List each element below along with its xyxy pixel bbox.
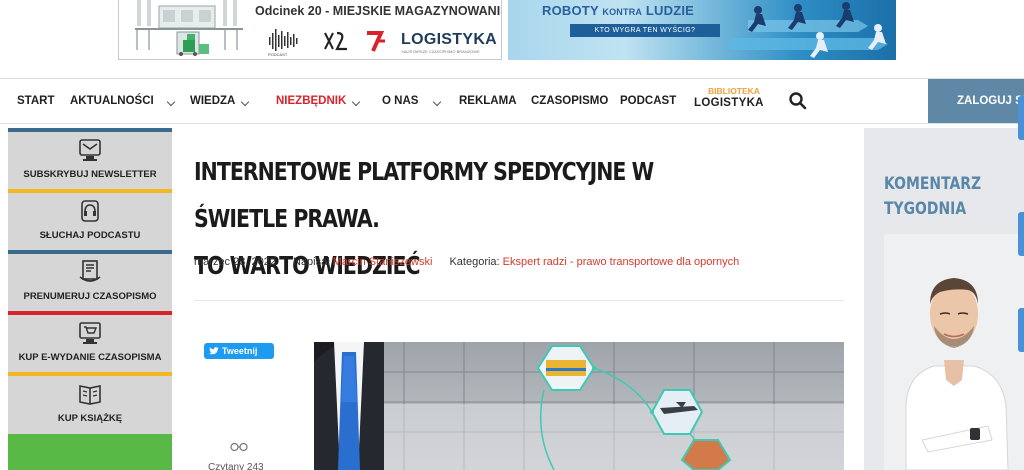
article-category-prefix: Kategoria: bbox=[449, 256, 500, 268]
nav-wiedza-label: WIEDZA bbox=[190, 95, 236, 107]
robots-racing-illustration bbox=[728, 2, 888, 58]
sidebar-item-label: PRENUMERUJ CZASOPISMO bbox=[23, 291, 157, 302]
cart-icon bbox=[79, 322, 101, 344]
magazine-icon bbox=[79, 260, 101, 282]
article-read-count: Czytany 243 bbox=[208, 462, 264, 470]
sidebar-item-bar bbox=[8, 372, 172, 376]
nav-o-nas-label: O NAS bbox=[382, 95, 419, 107]
article-title-line-1: INTERNETOWE PLATFORMY SPEDYCYJNE W ŚWIET… bbox=[194, 157, 654, 233]
logistyka-logo-text: LOGISTYKA bbox=[401, 31, 498, 48]
side-tab-1[interactable] bbox=[1018, 96, 1024, 140]
search-icon[interactable] bbox=[788, 91, 808, 111]
nav-aktualnosci-label: AKTUALNOŚCI bbox=[70, 95, 154, 107]
sidebar-item-label: SŁUCHAJ PODCASTU bbox=[39, 230, 141, 241]
sidebar-item-ebook[interactable]: KUP E-WYDANIE CZASOPISMA bbox=[8, 311, 172, 372]
sidebar-item-label: KUP KSIĄŻKĘ bbox=[57, 413, 123, 424]
weekly-comment-heading-line-1: KOMENTARZ bbox=[884, 174, 982, 194]
side-tab-3[interactable] bbox=[1018, 308, 1024, 352]
page: Odcinek 20 - MIEJSKIE MAGAZYNOWANIE LOGI… bbox=[0, 0, 1024, 470]
author-portrait[interactable] bbox=[884, 234, 1024, 470]
nav-podcast[interactable]: PODCAST bbox=[620, 79, 676, 123]
chevron-down-icon bbox=[166, 97, 176, 107]
podcast-logo-label: PODCAST bbox=[268, 52, 288, 57]
robots-banner-title-word2: KONTRA bbox=[602, 7, 643, 17]
chevron-down-icon bbox=[432, 97, 442, 107]
robots-banner[interactable]: ROBOTY KONTRA LUDZIE KTO WYGRA TEN WYŚCI… bbox=[508, 0, 896, 60]
side-tab-2[interactable] bbox=[1018, 212, 1024, 256]
nav-biblioteka-top: BIBLIOTEKA bbox=[708, 86, 760, 96]
article-divider bbox=[194, 300, 844, 301]
tweet-button[interactable]: Tweetnij bbox=[204, 343, 274, 359]
left-sidebar: SUBSKRYBUJ NEWSLETTER SŁUCHAJ PODCASTU P… bbox=[8, 128, 172, 470]
robots-banner-subtitle: KTO WYGRA TEN WYŚCIG? bbox=[570, 24, 720, 37]
sidebar-item-bar bbox=[8, 250, 172, 254]
nav-wiedza[interactable]: WIEDZA bbox=[190, 79, 250, 123]
article-hero-image bbox=[314, 342, 844, 470]
logistyka-logo-subtitle: NAJSTARSZE CZASOPISMO BRANŻOWE bbox=[402, 49, 480, 54]
article-meta: marzec 23, 2022 Napisał Marcin Staniszew… bbox=[194, 256, 739, 268]
robots-banner-title: ROBOTY KONTRA LUDZIE bbox=[542, 3, 694, 18]
weekly-comment-heading-line-2: TYGODNIA bbox=[884, 199, 967, 219]
nav-czasopismo[interactable]: CZASOPISMO bbox=[531, 79, 608, 123]
chevron-down-icon bbox=[351, 97, 361, 107]
nav-niezbednik[interactable]: NIEZBĘDNIK bbox=[276, 79, 361, 123]
nav-start[interactable]: START bbox=[17, 79, 54, 123]
nav-aktualnosci[interactable]: AKTUALNOŚCI bbox=[70, 79, 176, 123]
sidebar-item-bar bbox=[8, 128, 172, 132]
glasses-icon bbox=[230, 442, 248, 452]
sidebar-item-bar bbox=[8, 311, 172, 315]
nav-o-nas[interactable]: O NAS bbox=[382, 79, 442, 123]
robots-banner-title-word3: LUDZIE bbox=[645, 3, 695, 18]
twitter-bird-icon bbox=[209, 347, 219, 355]
podcast-episode-title: Odcinek 20 - MIEJSKIE MAGAZYNOWANIE bbox=[255, 4, 502, 18]
sidebar-green-block[interactable] bbox=[8, 434, 172, 470]
book-icon bbox=[79, 385, 101, 405]
sidebar-item-book[interactable]: KUP KSIĄŻKĘ bbox=[8, 372, 172, 433]
warehouse-illustration bbox=[133, 0, 243, 58]
podcast-banner[interactable]: Odcinek 20 - MIEJSKIE MAGAZYNOWANIE LOGI… bbox=[118, 0, 502, 60]
sidebar-item-bar bbox=[8, 189, 172, 193]
tweet-button-label: Tweetnij bbox=[222, 346, 258, 356]
nav-biblioteka-bottom: LOGISTYKA bbox=[694, 97, 764, 109]
article-category-link[interactable]: Ekspert radzi - prawo transportowe dla o… bbox=[503, 256, 740, 268]
main-navigation: START AKTUALNOŚCI WIEDZA NIEZBĘDNIK O NA… bbox=[0, 78, 1024, 124]
weekly-comment-heading: KOMENTARZ TYGODNIA bbox=[884, 172, 982, 222]
sidebar-item-label: SUBSKRYBUJ NEWSLETTER bbox=[23, 169, 157, 180]
article-author-link[interactable]: Marcin Staniszewski bbox=[333, 256, 433, 268]
sidebar-item-newsletter[interactable]: SUBSKRYBUJ NEWSLETTER bbox=[8, 128, 172, 189]
nav-biblioteka-logistyka[interactable]: BIBLIOTEKA LOGISTYKA bbox=[694, 86, 764, 118]
nav-reklama[interactable]: REKLAMA bbox=[459, 79, 517, 123]
login-button[interactable]: ZALOGUJ SIĘ bbox=[928, 79, 1024, 123]
chevron-down-icon bbox=[240, 97, 250, 107]
article-author-prefix: Napisał bbox=[293, 256, 330, 268]
robots-banner-title-word1: ROBOTY bbox=[542, 3, 599, 18]
sidebar-item-magazine[interactable]: PRENUMERUJ CZASOPISMO bbox=[8, 250, 172, 311]
sidebar-item-podcast[interactable]: SŁUCHAJ PODCASTU bbox=[8, 189, 172, 250]
newsletter-icon bbox=[79, 139, 101, 161]
article-date: marzec 23, 2022 bbox=[194, 256, 276, 268]
nav-niezbednik-label: NIEZBĘDNIK bbox=[276, 95, 347, 107]
sidebar-item-label: KUP E-WYDANIE CZASOPISMA bbox=[18, 352, 162, 363]
podcast-icon bbox=[81, 200, 99, 222]
